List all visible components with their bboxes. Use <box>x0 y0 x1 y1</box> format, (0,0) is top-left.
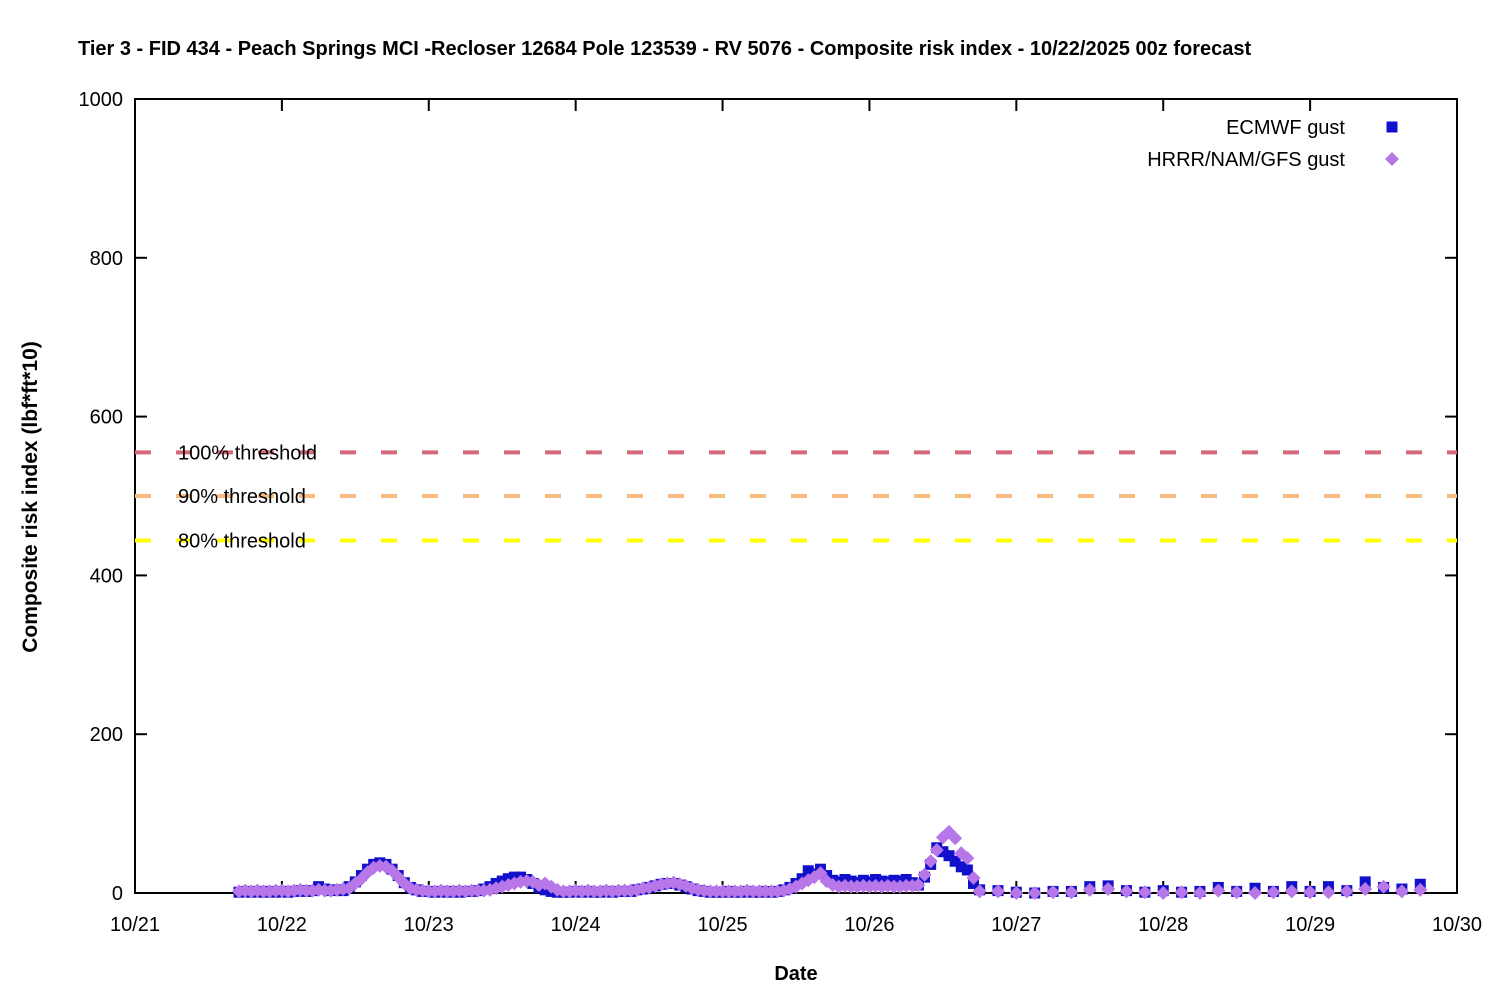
y-tick-label: 1000 <box>79 89 124 111</box>
legend: ECMWF gust HRRR/NAM/GFS gust <box>1147 117 1399 171</box>
x-tick-label: 10/28 <box>1138 914 1188 936</box>
x-tick-label: 10/23 <box>404 914 454 936</box>
threshold-label: 90% threshold <box>178 486 306 508</box>
y-tick-label: 200 <box>90 724 123 746</box>
y-tick-label: 0 <box>112 883 123 905</box>
legend-marker-square <box>1386 121 1398 133</box>
risk-index-chart: 10/21 10/22 10/23 10/24 10/25 10/26 10/27 10/28… <box>79 89 1483 936</box>
threshold-label: 80% threshold <box>178 530 306 552</box>
y-tick-label: 600 <box>90 407 123 429</box>
x-tick-label: 10/30 <box>1432 914 1482 936</box>
legend-marker-diamond <box>1385 152 1399 166</box>
y-tick-label: 400 <box>90 565 123 587</box>
legend-label: HRRR/NAM/GFS gust <box>1147 149 1345 171</box>
series-hrrr-nam-gfs <box>232 824 1428 900</box>
threshold-lines: 100% threshold 90% threshold 80% threshold <box>135 442 1457 552</box>
chart-page: { "title": "Tier 3 - FID 434 - Peach Spr… <box>0 0 1500 1000</box>
x-tick-label: 10/27 <box>991 914 1041 936</box>
x-tick-label: 10/22 <box>257 914 307 936</box>
x-tick-label: 10/26 <box>844 914 894 936</box>
x-tick-label: 10/25 <box>698 914 748 936</box>
x-tick-label: 10/21 <box>110 914 160 936</box>
threshold-label: 100% threshold <box>178 442 317 464</box>
x-axis-ticks: 10/21 10/22 10/23 10/24 10/25 10/26 10/27 10/28… <box>110 99 1482 936</box>
x-tick-label: 10/29 <box>1285 914 1335 936</box>
x-tick-label: 10/24 <box>551 914 601 936</box>
legend-label: ECMWF gust <box>1226 117 1345 139</box>
y-tick-label: 800 <box>90 248 123 270</box>
